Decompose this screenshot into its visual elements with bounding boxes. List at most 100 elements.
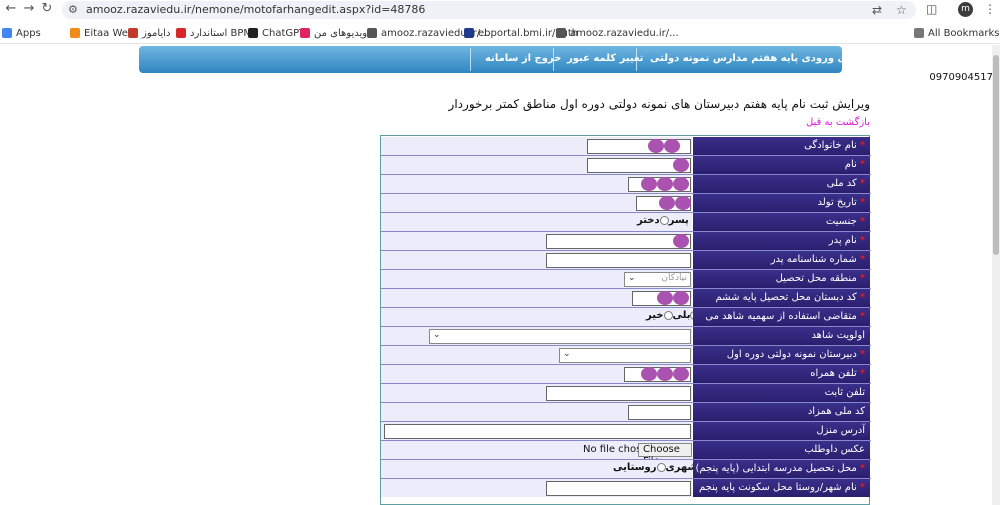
back-arrow-icon[interactable]: ←	[4, 2, 18, 16]
shahed-priority-select[interactable]: ⌄	[429, 329, 691, 344]
redaction-mark	[673, 291, 689, 305]
field-label: * تلفن همراه	[693, 365, 870, 383]
extensions-icon[interactable]: ◫	[926, 2, 937, 16]
row-school-location: شهریروستایی * محل تحصیل مدرسه ابتدایی (پ…	[381, 460, 871, 479]
field-label: * منطقه محل تحصیل	[693, 270, 870, 288]
chevron-down-icon: ⌄	[563, 349, 571, 359]
target-school-select[interactable]: ⌄	[559, 348, 691, 363]
row-mobile: * تلفن همراه	[381, 365, 871, 384]
row-national-code: * کد ملی	[381, 175, 871, 194]
row-father-name: * نام پدر	[381, 232, 871, 251]
field-label: * نام پدر	[693, 232, 870, 250]
gender-male-radio[interactable]	[659, 215, 669, 225]
all-bookmarks[interactable]: All Bookmarks	[914, 26, 999, 40]
redaction-mark	[673, 177, 689, 191]
bookmark-amooz-2[interactable]: amooz.razaviedu.ir/...	[556, 26, 679, 40]
redaction-mark	[664, 139, 680, 153]
father-name-input[interactable]	[546, 234, 691, 249]
chevron-down-icon: ⌄	[433, 330, 441, 340]
videos-icon	[300, 28, 310, 38]
row-photo: No file chosen Choose File عکس داوطلب	[381, 441, 871, 467]
site-info-icon[interactable]: ⚙	[68, 3, 78, 16]
forward-arrow-icon[interactable]: →	[22, 2, 36, 16]
field-label: تلفن ثابت	[693, 384, 870, 402]
twin-code-input[interactable]	[628, 405, 691, 420]
bookmarks-bar: Apps Eitaa Web دایاموز استاندارد BPMS Ch…	[0, 22, 1000, 44]
menu-item-scoring-form[interactable]: فرم امتیازبندی ورودی پایه هفتم مدارس نمو…	[650, 53, 911, 64]
location-village-radio[interactable]	[656, 462, 666, 472]
region-select[interactable]: ⌄ نیادکان	[624, 272, 691, 287]
redaction-mark	[657, 291, 673, 305]
redaction-mark	[673, 158, 689, 172]
redaction-mark	[675, 196, 691, 210]
menu-divider	[470, 48, 471, 71]
field-label: اولویت شاهد	[693, 327, 870, 345]
redaction-mark	[657, 367, 673, 381]
row-father-id: * شماره شناسنامه پدر	[381, 251, 871, 270]
back-link[interactable]: بازگشت به قبل	[806, 117, 870, 128]
residence-city-input[interactable]	[546, 481, 691, 496]
user-phone: 0970904517	[929, 72, 993, 83]
menu-item-logout[interactable]: خروج از سامانه	[485, 53, 561, 64]
browser-menu-icon[interactable]: ⋮	[984, 2, 996, 16]
chatgpt-icon	[248, 28, 258, 38]
row-address: آدرس منزل	[381, 422, 871, 441]
redaction-mark	[648, 139, 664, 153]
row-twin-code: کد ملی همزاد	[381, 403, 871, 422]
row-last-name: * نام خانوادگی	[381, 137, 871, 156]
registration-form: * نام خانوادگی * نام * کد ملی * تاریخ تو…	[380, 135, 871, 505]
globe-icon	[367, 28, 377, 38]
row-school-code: * کد دبستان محل تحصیل پایه ششم	[381, 289, 871, 308]
row-first-name: * نام	[381, 156, 871, 175]
bookmark-chatgpt[interactable]: ChatGPT	[248, 26, 305, 40]
gender-female-label: دختر	[637, 215, 660, 226]
bookmark-star-icon[interactable]: ☆	[896, 3, 907, 17]
row-residence-city: * نام شهر/روستا محل سکونت پایه پنجم	[381, 479, 871, 497]
profile-avatar[interactable]: m	[958, 2, 973, 17]
bookmark-dayamooz[interactable]: دایاموز	[128, 26, 170, 40]
field-label: آدرس منزل	[693, 422, 870, 440]
shahed-no-radio[interactable]	[663, 310, 673, 320]
chevron-down-icon: ⌄	[628, 273, 636, 283]
field-label: * متقاضی استفاده از سهمیه شاهد می باشم؟	[693, 308, 870, 340]
reload-icon[interactable]: ↻	[40, 2, 54, 16]
field-label: * نام	[693, 156, 870, 174]
address-input[interactable]	[384, 424, 691, 439]
field-label: * تاریخ تولد	[693, 194, 870, 212]
gender-male-label: پسر	[668, 215, 689, 226]
bookmark-eitaa[interactable]: Eitaa Web	[70, 26, 134, 40]
field-label: * دبیرستان نمونه دولتی دوره اول متوسطه	[693, 346, 870, 378]
field-label: * کد دبستان محل تحصیل پایه ششم	[693, 289, 870, 307]
redaction-mark	[673, 234, 689, 248]
field-label: * جنسیت	[693, 213, 870, 231]
choose-file-button[interactable]: Choose File	[638, 443, 692, 467]
field-label: کد ملی همزاد	[693, 403, 870, 421]
bookmark-videos[interactable]: ویدیوهای من	[300, 26, 367, 40]
redaction-mark	[659, 196, 675, 210]
address-bar[interactable]: ⚙ amooz.razaviedu.ir/nemone/motofarhange…	[62, 1, 916, 19]
bookmark-apps[interactable]: Apps	[2, 26, 41, 40]
globe-icon	[556, 28, 566, 38]
dayamooz-icon	[128, 28, 138, 38]
row-birth-date: * تاریخ تولد	[381, 194, 871, 213]
landline-input[interactable]	[546, 386, 691, 401]
page-title: ویرایش ثبت نام پایه هفتم دبیرستان های نم…	[448, 97, 870, 111]
bookmark-bpms[interactable]: استاندارد BPMS	[176, 26, 258, 40]
field-label: * کد ملی	[693, 175, 870, 193]
row-gender: پسر دختر * جنسیت	[381, 213, 871, 232]
page-scrollbar[interactable]	[992, 45, 1000, 505]
bpms-icon	[176, 28, 186, 38]
row-target-school: ⌄ * دبیرستان نمونه دولتی دوره اول متوسطه	[381, 346, 871, 378]
field-label: عکس داوطلب	[693, 441, 870, 459]
url-text: amooz.razaviedu.ir/nemone/motofarhangedi…	[86, 3, 426, 16]
translate-icon[interactable]: ⇄	[872, 3, 882, 17]
field-label: * نام خانوادگی	[693, 137, 870, 155]
page-content: فرم امتیازبندی ورودی پایه هفتم مدارس نمو…	[0, 45, 1000, 505]
father-id-input[interactable]	[546, 253, 691, 268]
browser-toolbar: ← → ↻ ⚙ amooz.razaviedu.ir/nemone/motofa…	[0, 0, 1000, 20]
row-region: ⌄ نیادکان * منطقه محل تحصیل	[381, 270, 871, 289]
scrollbar-thumb[interactable]	[993, 55, 999, 255]
redaction-mark	[657, 177, 673, 191]
menu-item-change-password[interactable]: تغییر کلمه عبور	[567, 53, 643, 64]
row-landline: تلفن ثابت	[381, 384, 871, 403]
